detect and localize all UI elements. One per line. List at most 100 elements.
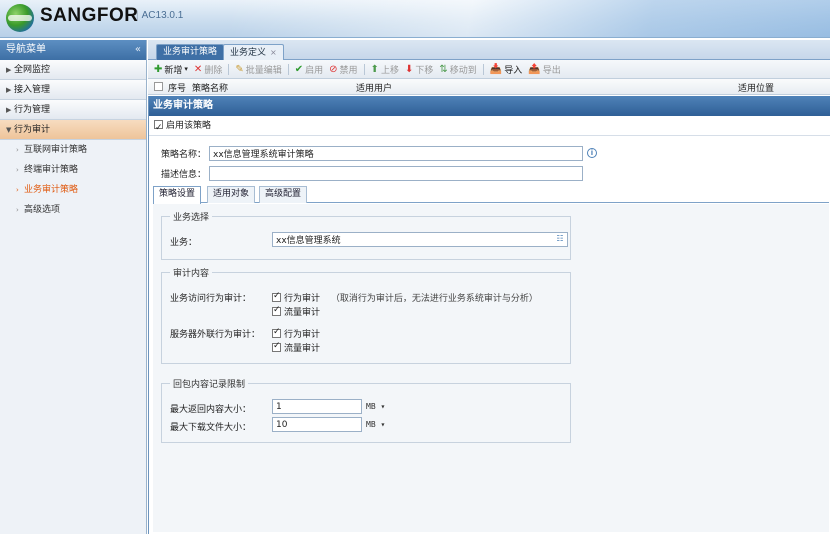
sidebar-subitem-advanced[interactable]: › 高级选项 xyxy=(0,200,146,220)
access-behavior-checkbox[interactable] xyxy=(272,291,281,302)
batch-edit-label: 批量编辑 xyxy=(245,65,282,76)
tab-business-definition[interactable]: 业务定义 × xyxy=(223,44,284,60)
dialog-subtabs: 策略设置 适用对象 高级配置 xyxy=(153,185,829,204)
export-label: 导出 xyxy=(542,65,561,76)
dialog-title: 业务审计策略 xyxy=(149,96,830,116)
toolbar-divider xyxy=(228,63,230,75)
export-button[interactable]: 📤 导出 xyxy=(528,63,560,76)
enable-label: 启用 xyxy=(305,65,324,76)
access-behavior-option: 行为审计 （取消行为审计后，无法进行业务系统审计与分析） xyxy=(272,291,538,304)
version-separator: | xyxy=(136,10,139,21)
max-download-size-label: 最大下载文件大小： xyxy=(170,423,252,433)
brand-name: SANGFOR xyxy=(40,5,139,26)
enable-policy-checkbox[interactable] xyxy=(154,118,163,138)
add-label: 新增 xyxy=(164,65,183,76)
select-all-checkbox[interactable] xyxy=(154,82,163,91)
forbidden-icon: ⊘ xyxy=(329,63,338,75)
tab-advanced-config[interactable]: 高级配置 xyxy=(259,186,308,203)
external-behavior-option: 行为审计 xyxy=(272,327,320,340)
close-icon[interactable]: × xyxy=(270,48,277,57)
audit-content-legend: 审计内容 xyxy=(170,266,213,279)
sidebar-subitem-business-audit[interactable]: › 业务审计策略 xyxy=(0,180,146,200)
batch-edit-button[interactable]: ✎ 批量编辑 xyxy=(235,63,281,76)
tab-business-audit-policy[interactable]: 业务审计策略 xyxy=(156,44,225,60)
move-up-label: 上移 xyxy=(380,65,399,76)
max-return-size-input[interactable] xyxy=(272,399,362,414)
grid-header: 序号 策略名称 适用用户 适用位置 xyxy=(148,79,830,95)
sidebar-title: 导航菜单 « xyxy=(0,40,146,60)
external-audit-label: 服务器外联行为审计： xyxy=(170,330,261,340)
arrow-down-icon: ⬇ xyxy=(404,63,414,75)
move-up-button[interactable]: ⬆ 上移 xyxy=(371,63,399,76)
sidebar-item-access-management[interactable]: ▶ 接入管理 xyxy=(0,80,146,100)
grid-col-name[interactable]: 策略名称 xyxy=(192,81,228,94)
export-icon: 📤 xyxy=(528,63,541,75)
access-behavior-label: 行为审计 xyxy=(284,294,321,304)
sidebar-item-label: 行为审计 xyxy=(14,125,51,135)
chevron-right-icon: › xyxy=(16,146,19,154)
delete-x-icon: ✕ xyxy=(193,63,203,75)
max-download-size-input[interactable] xyxy=(272,417,362,432)
sidebar-item-behavior-audit[interactable]: ▼ 行为审计 xyxy=(0,120,146,140)
enable-button[interactable]: ✔ 启用 xyxy=(295,63,323,76)
import-button[interactable]: 📥 导入 xyxy=(490,63,522,76)
business-select[interactable]: ☷ xyxy=(272,232,568,247)
move-to-button[interactable]: ⇅ 移动到 xyxy=(439,63,476,76)
toolbar-divider xyxy=(363,63,365,75)
business-label: 业务： xyxy=(170,238,198,248)
toolbar-divider xyxy=(287,63,289,75)
add-button[interactable]: ✚ 新增 ▾ xyxy=(154,63,188,76)
collapse-sidebar-icon[interactable]: « xyxy=(135,40,141,60)
business-select-input[interactable] xyxy=(272,232,568,247)
check-icon: ✔ xyxy=(294,63,304,75)
select-list-icon[interactable]: ☷ xyxy=(553,233,567,244)
sangfor-logo-icon xyxy=(6,4,34,32)
external-behavior-checkbox[interactable] xyxy=(272,327,281,338)
external-traffic-checkbox[interactable] xyxy=(272,341,281,352)
grid-col-users[interactable]: 适用用户 xyxy=(356,81,392,94)
business-selection-group: 业务选择 业务： ☷ xyxy=(161,210,571,260)
policy-settings-panel: 业务选择 业务： ☷ 审计内容 业务访问行为审计： 行为审计 （取消行为审计后，… xyxy=(153,204,829,532)
policy-name-input[interactable] xyxy=(209,146,583,161)
sidebar-item-network-monitor[interactable]: ▶ 全网监控 xyxy=(0,60,146,80)
access-traffic-checkbox[interactable] xyxy=(272,305,281,316)
disable-button[interactable]: ⊘ 禁用 xyxy=(329,63,357,76)
tab-label: 业务定义 xyxy=(230,48,267,58)
toolbar: ✚ 新增 ▾ ✕ 删除 ✎ 批量编辑 ✔ 启用 ⊘ 禁用 ⬆ 上移 ⬇ 下移 ⇅ 移动到 📥 导入 … xyxy=(148,60,830,79)
import-label: 导入 xyxy=(504,65,523,76)
return-content-limit-group: 回包内容记录限制 最大返回内容大小： MB ▾ 最大下载文件大小： MB ▾ xyxy=(161,377,571,443)
tab-policy-settings[interactable]: 策略设置 xyxy=(153,186,202,204)
move-down-label: 下移 xyxy=(415,65,434,76)
grid-col-location[interactable]: 适用位置 xyxy=(738,81,774,94)
sidebar-subitem-internet-audit[interactable]: › 互联网审计策略 xyxy=(0,140,146,160)
move-to-label: 移动到 xyxy=(449,65,477,76)
tab-applicable-objects[interactable]: 适用对象 xyxy=(207,186,256,203)
sidebar-item-label: 全网监控 xyxy=(14,65,51,75)
sidebar-subitem-label: 互联网审计策略 xyxy=(24,145,88,155)
grid-col-index[interactable]: 序号 xyxy=(168,81,186,94)
access-traffic-option: 流量审计 xyxy=(272,305,320,318)
max-download-unit-select[interactable]: MB ▾ xyxy=(366,420,385,429)
access-behavior-note: （取消行为审计后，无法进行业务系统审计与分析） xyxy=(330,294,538,304)
description-label: 描述信息： xyxy=(161,170,207,180)
description-input[interactable] xyxy=(209,166,583,181)
sidebar-subitem-terminal-audit[interactable]: › 终端审计策略 xyxy=(0,160,146,180)
max-return-size-label: 最大返回内容大小： xyxy=(170,405,252,415)
delete-button[interactable]: ✕ 删除 xyxy=(194,63,222,76)
info-icon[interactable]: i xyxy=(587,148,597,158)
enable-policy-label: 启用该策略 xyxy=(166,121,212,131)
move-to-icon: ⇅ xyxy=(439,63,448,75)
external-traffic-label: 流量审计 xyxy=(284,344,321,354)
sidebar-item-label: 接入管理 xyxy=(14,85,51,95)
chevron-right-icon: ▶ xyxy=(6,86,12,94)
app-header: SANGFOR | AC13.0.1 xyxy=(0,0,830,38)
sidebar-subitem-label: 业务审计策略 xyxy=(24,185,79,195)
arrow-up-icon: ⬆ xyxy=(370,63,379,75)
sidebar-title-text: 导航菜单 xyxy=(6,44,46,55)
chevron-right-icon: ▶ xyxy=(6,106,12,114)
max-return-unit-select[interactable]: MB ▾ xyxy=(366,402,385,411)
sidebar-item-label: 行为管理 xyxy=(14,105,51,115)
sidebar-item-behavior-management[interactable]: ▶ 行为管理 xyxy=(0,100,146,120)
plus-icon: ✚ xyxy=(154,63,163,75)
move-down-button[interactable]: ⬇ 下移 xyxy=(405,63,433,76)
